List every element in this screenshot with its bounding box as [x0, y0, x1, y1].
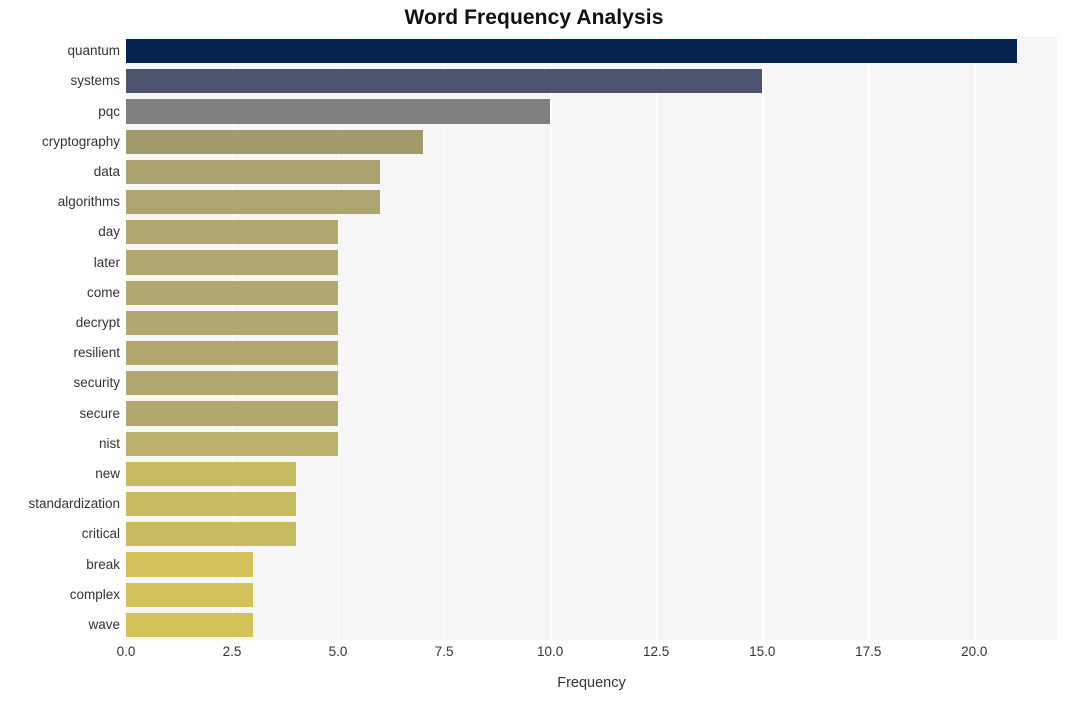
x-axis-label: Frequency: [557, 675, 626, 691]
bar-row: [126, 522, 1057, 547]
y-tick-label-new: new: [95, 465, 120, 481]
bar-data: [126, 159, 381, 184]
y-tick-label-later: later: [93, 254, 120, 270]
y-tick-label-critical: critical: [81, 526, 120, 542]
x-tick-label-10.0: 10.0: [537, 644, 564, 659]
y-tick-label-decrypt: decrypt: [75, 314, 120, 330]
bars-layer: [126, 36, 1057, 640]
y-tick-label-break: break: [86, 556, 120, 572]
bar-systems: [126, 69, 763, 94]
x-axis-tick-labels: 0.0 2.5 5.0 7.5 10.0 12.5 15.0 17.5 20.0: [117, 644, 1057, 665]
x-tick-label-5.0: 5.0: [328, 644, 348, 659]
bar-later: [126, 250, 339, 275]
y-tick-label-resilient: resilient: [73, 345, 120, 361]
bar-row: [126, 461, 1057, 486]
y-tick-label-quantum: quantum: [67, 43, 120, 59]
bar-new: [126, 461, 296, 486]
x-tick-label-15.0: 15.0: [749, 644, 776, 659]
bar-row: [126, 69, 1057, 94]
bar-decrypt: [126, 310, 339, 335]
y-tick-label-complex: complex: [69, 586, 120, 602]
bar-security: [126, 371, 339, 396]
bar-row: [126, 492, 1057, 517]
y-axis-tick-labels: quantum systems pqc cryptography data algorit…: [0, 36, 120, 640]
x-tick-label-20.0: 20.0: [961, 644, 988, 659]
bar-algorithms: [126, 190, 381, 215]
y-tick-label-secure: secure: [79, 405, 120, 421]
bar-complex: [126, 582, 254, 607]
y-tick-label-data: data: [93, 163, 120, 179]
bar-row: [126, 250, 1057, 275]
bar-row: [126, 552, 1057, 577]
bar-standardization: [126, 492, 296, 517]
bar-cryptography: [126, 129, 423, 154]
bar-break: [126, 552, 254, 577]
bar-row: [126, 341, 1057, 366]
bar-row: [126, 159, 1057, 184]
bar-come: [126, 280, 339, 305]
y-tick-label-systems: systems: [70, 73, 120, 89]
y-tick-label-cryptography: cryptography: [41, 133, 120, 149]
bar-pqc: [126, 99, 551, 124]
y-tick-label-pqc: pqc: [98, 103, 120, 119]
bar-quantum: [126, 39, 1017, 64]
plot-area: [126, 36, 1057, 640]
bar-critical: [126, 522, 296, 547]
x-tick-label-7.5: 7.5: [434, 644, 454, 659]
bar-row: [126, 371, 1057, 396]
y-tick-label-come: come: [86, 284, 120, 300]
bar-row: [126, 582, 1057, 607]
bar-row: [126, 431, 1057, 456]
bar-row: [126, 280, 1057, 305]
bar-nist: [126, 431, 339, 456]
y-tick-label-wave: wave: [88, 616, 120, 632]
x-tick-label-2.5: 2.5: [222, 644, 242, 659]
x-tick-label-0.0: 0.0: [116, 644, 136, 659]
bar-row: [126, 612, 1057, 637]
bar-day: [126, 220, 339, 245]
x-tick-label-12.5: 12.5: [643, 644, 670, 659]
bar-row: [126, 99, 1057, 124]
y-tick-label-standardization: standardization: [28, 496, 120, 512]
chart-title: Word Frequency Analysis: [404, 6, 664, 29]
word-frequency-chart: Word Frequency Analysis quantum systems pq…: [0, 0, 1068, 701]
bar-wave: [126, 612, 254, 637]
x-tick-label-17.5: 17.5: [855, 644, 882, 659]
bar-row: [126, 220, 1057, 245]
y-tick-label-day: day: [98, 224, 120, 240]
bar-row: [126, 39, 1057, 64]
y-tick-label-algorithms: algorithms: [57, 194, 120, 210]
bar-row: [126, 190, 1057, 215]
bar-resilient: [126, 341, 339, 366]
y-tick-label-nist: nist: [98, 435, 120, 451]
bar-row: [126, 310, 1057, 335]
bar-row: [126, 129, 1057, 154]
bar-secure: [126, 401, 339, 426]
bar-row: [126, 401, 1057, 426]
y-tick-label-security: security: [73, 375, 120, 391]
